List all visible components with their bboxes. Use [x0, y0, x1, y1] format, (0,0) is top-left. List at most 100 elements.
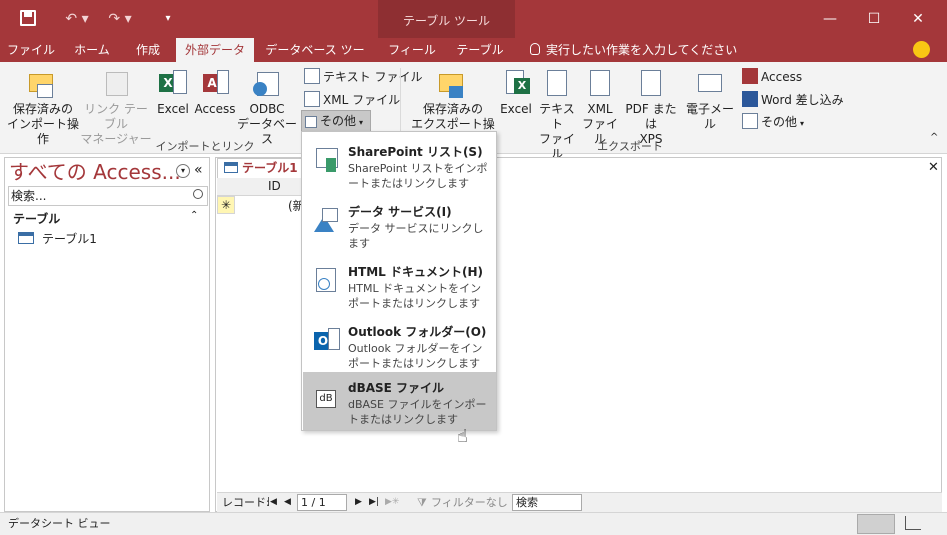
- import-xml-file-button[interactable]: XML ファイル: [304, 90, 400, 110]
- import-xml-file-label: XML ファイル: [323, 93, 401, 107]
- export-pdf-xps-button[interactable]: PDF または XPS: [620, 68, 682, 147]
- menu-item-desc: データ サービスにリンクします: [348, 222, 484, 250]
- export-word-merge-button[interactable]: Word 差し込み: [742, 90, 844, 110]
- sharepoint-list-icon: [312, 146, 340, 174]
- redo-icon[interactable]: ↷ ▾: [105, 8, 135, 30]
- filter-status[interactable]: フィルターなし: [431, 493, 508, 512]
- tab-external-data[interactable]: 外部データ: [176, 38, 254, 62]
- tab-file[interactable]: ファイル: [6, 38, 56, 62]
- import-more-label: その他: [320, 114, 357, 128]
- export-more-icon: [742, 113, 758, 129]
- menu-item-title: HTML ドキュメント(H): [348, 265, 484, 279]
- pdf-xps-icon: [635, 68, 667, 100]
- record-search-input[interactable]: 検索: [512, 494, 582, 511]
- user-smiley-icon[interactable]: [913, 41, 930, 58]
- import-odbc-button[interactable]: ODBC データベース: [236, 68, 298, 147]
- close-document-icon[interactable]: ✕: [928, 160, 939, 175]
- dbase-file-icon: dB: [312, 382, 340, 410]
- text-file-icon: [304, 68, 320, 84]
- excel-icon: X: [157, 68, 189, 100]
- outlook-folder-icon: O: [312, 326, 340, 354]
- menu-item-data-service[interactable]: データ サービス(I) データ サービスにリンクします: [303, 196, 496, 254]
- menu-item-sharepoint-list[interactable]: SharePoint リスト(S) SharePoint リストをインポートまた…: [303, 136, 496, 194]
- export-excel-button[interactable]: X Excel: [497, 68, 535, 117]
- record-navigation-bar: レコード: |◀ ◀ 1 / 1 ▶ ▶| ▶✳ ⧩ フィルターなし 検索: [217, 492, 942, 512]
- nav-section-header[interactable]: テーブル: [13, 210, 60, 227]
- email-attachment-icon: [694, 68, 726, 100]
- maximize-button[interactable]: ☐: [862, 8, 886, 30]
- export-access-button[interactable]: Access: [742, 67, 802, 87]
- menu-item-title: データ サービス(I): [348, 205, 452, 219]
- new-record-icon[interactable]: ▶✳: [385, 493, 399, 512]
- contextual-label: テーブル ツール: [402, 14, 491, 28]
- tab-database-tools[interactable]: データベース ツール: [262, 38, 368, 81]
- shutter-bar-close-icon[interactable]: «: [194, 162, 203, 178]
- chevron-down-icon: ▾: [800, 119, 805, 128]
- design-view-icon[interactable]: [905, 516, 921, 530]
- import-text-file-button[interactable]: テキスト ファイル: [304, 67, 422, 87]
- nav-menu-chevron-icon[interactable]: ▾: [176, 164, 190, 178]
- saved-imports-label: 保存済みの インポート操作: [6, 102, 79, 146]
- next-record-icon[interactable]: ▶: [355, 493, 362, 512]
- tab-create[interactable]: 作成: [124, 38, 172, 62]
- export-access-icon: [742, 68, 758, 84]
- menu-item-title: Outlook フォルダー(O): [348, 325, 487, 339]
- new-record-selector[interactable]: ✳: [217, 196, 235, 214]
- data-service-icon: [312, 206, 340, 234]
- import-more-button[interactable]: その他 ▾: [301, 110, 371, 132]
- nav-pane-title[interactable]: すべての Access...: [9, 158, 179, 186]
- tab-fields[interactable]: フィールド: [384, 38, 440, 81]
- import-access-button[interactable]: A Access: [194, 68, 236, 117]
- search-icon[interactable]: [193, 189, 203, 199]
- column-header-id[interactable]: ID: [268, 179, 281, 193]
- filter-icon: ⧩: [417, 496, 427, 509]
- first-record-icon[interactable]: |◀: [267, 493, 277, 512]
- menu-item-outlook-folder[interactable]: O Outlook フォルダー(O) Outlook フォルダーをインポートまた…: [303, 316, 496, 374]
- tell-me-box[interactable]: 実行したい作業を入力してください: [546, 38, 746, 62]
- export-more-button[interactable]: その他 ▾: [742, 112, 804, 132]
- undo-icon[interactable]: ↶ ▾: [62, 8, 92, 30]
- nav-search-input[interactable]: 検索...: [8, 186, 208, 206]
- linked-table-manager-icon: [100, 68, 132, 100]
- datasheet-view-icon[interactable]: [857, 514, 895, 534]
- export-xml-file-button[interactable]: XML ファイル: [580, 68, 620, 147]
- export-excel-label: Excel: [500, 102, 532, 116]
- tab-table[interactable]: テーブル: [452, 38, 508, 62]
- menu-item-desc: Outlook フォルダーをインポートまたはリンクします: [348, 342, 483, 370]
- table-icon: [18, 232, 34, 244]
- word-icon: [742, 91, 758, 107]
- last-record-icon[interactable]: ▶|: [369, 493, 379, 512]
- export-word-merge-label: Word 差し込み: [761, 93, 844, 107]
- save-icon[interactable]: [20, 10, 36, 26]
- collapse-section-icon[interactable]: ⌃: [190, 210, 198, 221]
- minimize-button[interactable]: —: [818, 8, 842, 30]
- customize-qat-icon[interactable]: ▾: [160, 8, 176, 30]
- menu-item-dbase-file[interactable]: dB dBASE ファイル dBASE ファイルをインポートまたはリンクします: [303, 372, 496, 430]
- nav-item-table1[interactable]: テーブル1: [18, 230, 97, 248]
- menu-item-desc: SharePoint リストをインポートまたはリンクします: [348, 162, 488, 190]
- export-xml-file-icon: [584, 68, 616, 100]
- export-email-label: 電子メール: [685, 102, 734, 131]
- nav-item-label: テーブル1: [42, 232, 97, 246]
- menu-item-html-document[interactable]: HTML ドキュメント(H) HTML ドキュメントをインポートまたはリンクしま…: [303, 256, 496, 314]
- tab-home[interactable]: ホーム: [66, 38, 118, 62]
- status-view-label: データシート ビュー: [8, 517, 111, 530]
- export-excel-icon: X: [500, 68, 532, 100]
- export-email-button[interactable]: 電子メール: [682, 68, 738, 132]
- record-position-input[interactable]: 1 / 1: [297, 494, 347, 511]
- previous-record-icon[interactable]: ◀: [284, 493, 291, 512]
- status-bar: データシート ビュー: [0, 512, 947, 535]
- close-button[interactable]: ✕: [906, 8, 930, 30]
- linked-table-manager-button[interactable]: リンク テーブル マネージャー: [80, 68, 152, 147]
- import-text-file-label: テキスト ファイル: [323, 70, 423, 84]
- saved-imports-button[interactable]: 保存済みの インポート操作: [6, 68, 80, 147]
- lightbulb-icon: [530, 43, 540, 55]
- import-access-label: Access: [194, 102, 236, 116]
- menu-item-title: SharePoint リスト(S): [348, 145, 483, 159]
- import-excel-label: Excel: [157, 102, 189, 116]
- document-tab-table-icon: [224, 162, 238, 173]
- odbc-icon: [251, 68, 283, 100]
- record-label: レコード:: [222, 496, 270, 509]
- import-excel-button[interactable]: X Excel: [154, 68, 192, 117]
- collapse-ribbon-icon[interactable]: ^: [930, 132, 938, 143]
